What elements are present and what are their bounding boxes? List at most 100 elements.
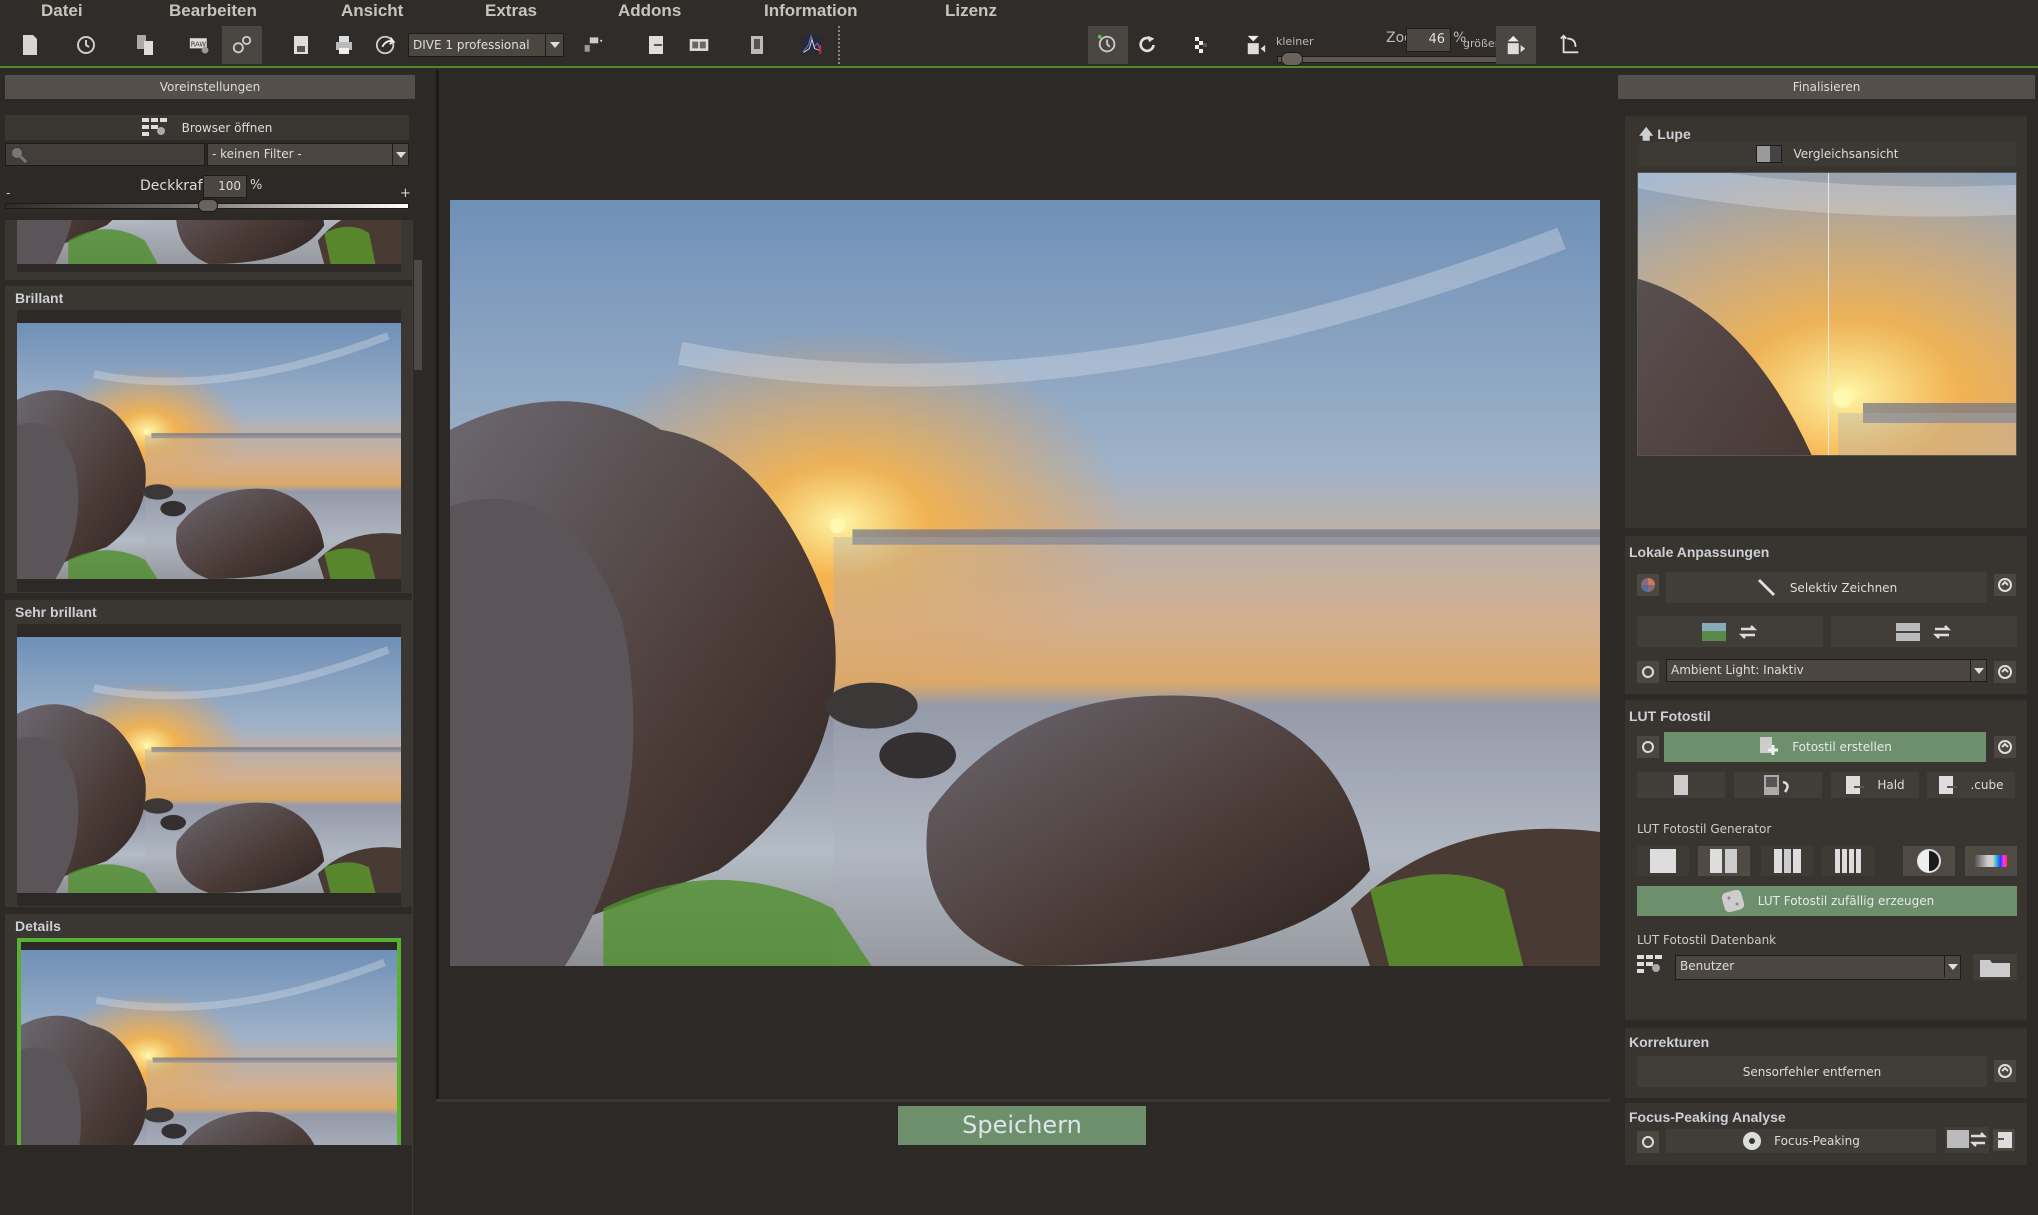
preset-card-details[interactable]: Details (5, 914, 412, 1145)
color-spectrum-icon (1975, 855, 2007, 867)
color-spectrum-button[interactable] (1965, 846, 2017, 876)
lut-database-value: Benutzer (1680, 959, 1735, 973)
preset-dropdown[interactable]: DIVE 1 professional (408, 33, 564, 57)
export-icon (649, 36, 663, 54)
preset-card-sehr-brillant[interactable]: Sehr brillant (5, 600, 412, 907)
contrast-button[interactable] (1903, 846, 1955, 876)
chevron-down-icon (392, 144, 408, 165)
lut-new-button[interactable] (1637, 772, 1725, 798)
color-wheel-button[interactable] (1637, 574, 1659, 596)
focus-peaking-button[interactable]: Focus-Peaking (1666, 1129, 1936, 1153)
cube-label: .cube (1970, 778, 2004, 792)
share-button[interactable] (366, 26, 406, 64)
two-column-icon (1710, 849, 1737, 873)
menu-extras[interactable]: Extras (485, 1, 537, 21)
zoom-input[interactable]: 46 (1406, 28, 1451, 52)
chevron-down-icon (545, 34, 563, 56)
lut-load-button[interactable] (1734, 772, 1822, 798)
visibility-toggle-button[interactable] (1994, 661, 2016, 683)
database-browser-button[interactable] (1637, 955, 1665, 981)
menu-datei[interactable]: Datei (41, 1, 83, 21)
sky-mask-swap-button[interactable] (1831, 616, 2017, 647)
open-folder-button[interactable] (1973, 954, 2017, 980)
ambient-reset-button[interactable] (1637, 661, 1659, 683)
presets-gear-button[interactable] (222, 26, 262, 64)
lut-reset-button[interactable] (1637, 736, 1659, 758)
redo-button[interactable] (1128, 26, 1168, 64)
zoom-out-button[interactable] (1236, 26, 1276, 64)
local-adjustments-title: Lokale Anpassungen (1629, 544, 1770, 560)
selective-draw-button[interactable]: Selektiv Zeichnen (1666, 572, 1987, 603)
scrollbar-thumb[interactable] (414, 260, 422, 370)
info-panel-button[interactable] (737, 26, 777, 64)
open-browser-label: Browser öffnen (181, 120, 273, 135)
zoom-slider-thumb[interactable] (1281, 52, 1303, 66)
opacity-unit: % (250, 178, 263, 193)
preset-card-brillant[interactable]: Brillant (5, 286, 412, 593)
ambient-light-dropdown[interactable]: Ambient Light: Inaktiv (1666, 659, 1987, 682)
browser-grid-icon (141, 117, 167, 136)
toolbar: RAW DIVE 1 professional kleiner Zoo 46 %… (0, 22, 2038, 68)
preset-title: Sehr brillant (15, 604, 97, 620)
filter-dropdown[interactable]: - keinen Filter - (207, 143, 409, 166)
eye-toggle-icon (1998, 665, 2012, 679)
save-button[interactable]: Speichern (898, 1106, 1146, 1145)
landscape-image (17, 637, 401, 893)
focus-export-button[interactable] (1993, 1129, 2015, 1151)
visibility-toggle-button[interactable] (1994, 1060, 2016, 1082)
generator-1-column-button[interactable] (1637, 846, 1689, 876)
print-button[interactable] (324, 26, 364, 64)
remove-sensor-defects-button[interactable]: Sensorfehler entfernen (1637, 1056, 1987, 1087)
focus-peaking-title: Focus-Peaking Analyse (1629, 1109, 1786, 1125)
generator-2-column-button[interactable] (1698, 846, 1750, 876)
focus-swap-button[interactable] (1945, 1127, 1989, 1153)
random-lut-button[interactable]: LUT Fotostil zufällig erzeugen (1637, 886, 2017, 916)
lut-database-dropdown[interactable]: Benutzer (1675, 955, 1961, 980)
generator-3-column-button[interactable] (1761, 846, 1813, 876)
preset-card[interactable] (5, 220, 412, 280)
compare-button[interactable] (679, 26, 719, 64)
menu-information[interactable]: Information (764, 1, 858, 21)
landscape-mask-swap-button[interactable] (1637, 616, 1823, 647)
opacity-input[interactable]: 100 (203, 175, 247, 198)
pattern-button[interactable] (1181, 26, 1221, 64)
visibility-toggle-button[interactable] (1994, 736, 2016, 758)
open-browser-button[interactable]: Browser öffnen (5, 115, 409, 140)
generator-4-column-button[interactable] (1822, 846, 1874, 876)
visibility-toggle-button[interactable] (1994, 574, 2016, 596)
zoom-in-button[interactable] (1496, 26, 1536, 64)
preset-thumbnail (17, 220, 401, 272)
contrast-icon (1917, 849, 1941, 873)
save-button-toolbar[interactable] (281, 26, 321, 64)
export-button[interactable] (636, 26, 676, 64)
menu-bearbeiten[interactable]: Bearbeiten (169, 1, 257, 21)
output-device-button[interactable] (574, 26, 614, 64)
histogram-button[interactable] (792, 26, 832, 64)
lut-section: LUT Fotostil Fotostil erstellen Hald .cu… (1625, 700, 2027, 1020)
browser-grid-icon (1637, 955, 1662, 973)
create-style-button[interactable]: Fotostil erstellen (1664, 732, 1986, 762)
menu-ansicht[interactable]: Ansicht (341, 1, 403, 21)
compare-view-toggle[interactable]: Vergleichsansicht (1638, 142, 2016, 166)
crop-rotate-button[interactable] (1550, 26, 1590, 64)
compare-divider[interactable] (1828, 173, 1829, 455)
refresh-icon (1642, 1136, 1654, 1148)
load-undo-icon (1764, 775, 1789, 795)
menu-addons[interactable]: Addons (618, 1, 681, 21)
mask-swap-icon (1947, 1130, 1987, 1148)
compare-icon (689, 39, 709, 51)
opacity-slider-thumb[interactable] (198, 199, 218, 212)
preset-search-input[interactable] (5, 143, 205, 166)
focus-reset-button[interactable] (1637, 1131, 1659, 1153)
copy-settings-button[interactable] (125, 26, 165, 64)
export-cube-button[interactable]: .cube (1927, 772, 2015, 798)
history-button[interactable] (66, 26, 106, 64)
zoom-slider[interactable] (1277, 56, 1497, 63)
export-hald-button[interactable]: Hald (1831, 772, 1919, 798)
menu-lizenz[interactable]: Lizenz (945, 1, 997, 21)
preset-list-scrollbar[interactable] (412, 220, 422, 1215)
clock-reset-button[interactable] (1088, 26, 1128, 64)
raw-settings-button[interactable]: RAW (180, 26, 220, 64)
new-file-button[interactable] (10, 26, 50, 64)
raw-settings-icon: RAW (189, 38, 209, 54)
